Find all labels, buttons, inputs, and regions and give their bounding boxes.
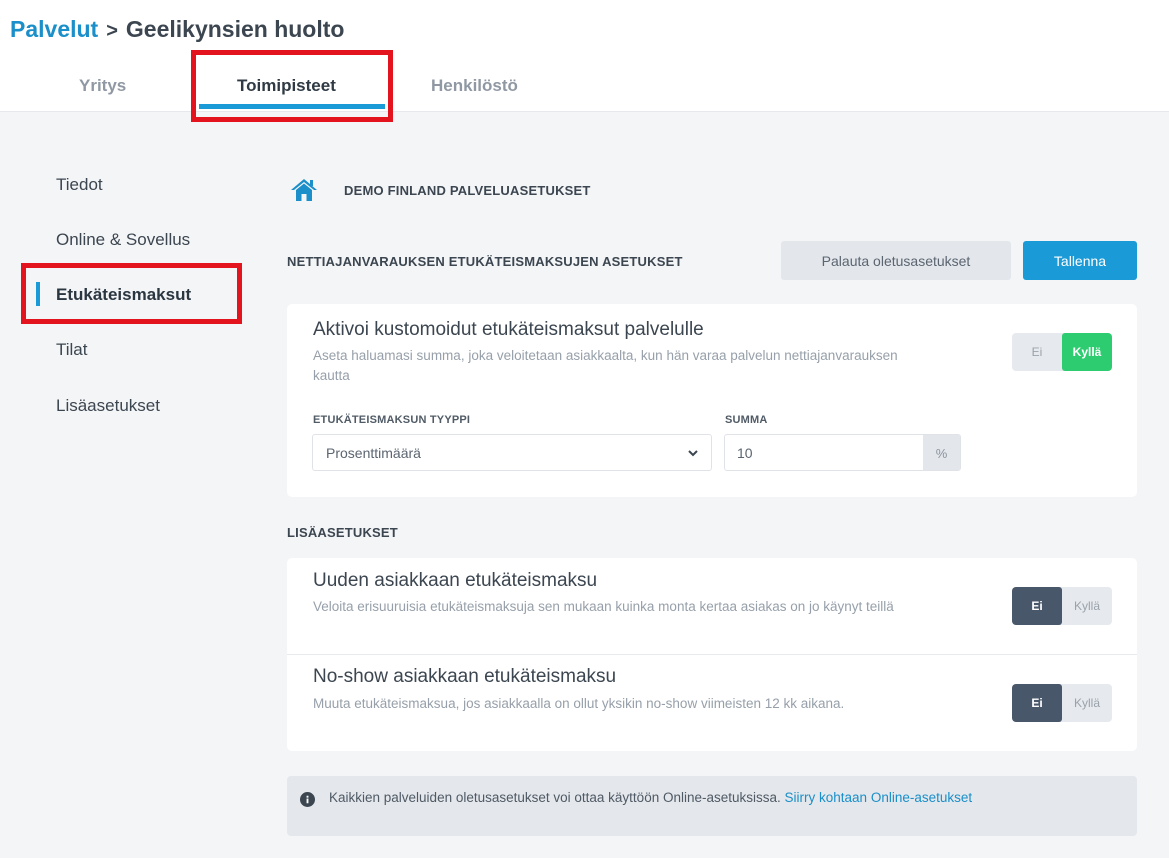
online-settings-link[interactable]: Siirry kohtaan Online-asetukset bbox=[785, 790, 973, 805]
breadcrumb-separator: > bbox=[106, 20, 118, 42]
divider bbox=[287, 654, 1137, 655]
new-customer-description: Veloita erisuuruisia etukäteismaksuja se… bbox=[313, 599, 894, 614]
toggle-option-ei[interactable]: Ei bbox=[1012, 587, 1062, 625]
breadcrumb-current: Geelikynsien huolto bbox=[125, 16, 345, 42]
save-button[interactable]: Tallenna bbox=[1023, 241, 1137, 280]
tab-henkilosto[interactable]: Henkilöstö bbox=[431, 76, 518, 96]
custom-prepayment-title: Aktivoi kustomoidut etukäteismaksut palv… bbox=[313, 319, 704, 340]
extra-settings-card: Uuden asiakkaan etukäteismaksu Veloita e… bbox=[287, 558, 1137, 751]
new-customer-toggle[interactable]: Ei Kyllä bbox=[1012, 587, 1112, 625]
toggle-option-ei[interactable]: Ei bbox=[1012, 684, 1062, 722]
breadcrumb-root-link[interactable]: Palvelut bbox=[10, 16, 98, 42]
custom-prepayment-description: Aseta haluamasi summa, joka veloitetaan … bbox=[313, 348, 898, 383]
location-title: DEMO FINLAND PALVELUASETUKSET bbox=[344, 183, 591, 198]
info-message: Kaikkien palveluiden oletusasetukset voi… bbox=[329, 790, 781, 805]
sum-value: 10 bbox=[737, 445, 753, 461]
active-tab-indicator bbox=[199, 104, 385, 109]
sidebar-item-tiedot[interactable]: Tiedot bbox=[56, 175, 103, 195]
toggle-option-kylla[interactable]: Kyllä bbox=[1062, 587, 1112, 625]
sum-unit: % bbox=[923, 435, 960, 470]
custom-prepayment-toggle[interactable]: Ei Kyllä bbox=[1012, 333, 1112, 371]
toggle-option-ei[interactable]: Ei bbox=[1012, 333, 1062, 371]
sidebar-item-lisaasetukset[interactable]: Lisäasetukset bbox=[56, 396, 160, 416]
info-text: Kaikkien palveluiden oletusasetukset voi… bbox=[329, 790, 1109, 805]
home-icon bbox=[291, 179, 317, 201]
sidebar-item-etukateismaksut[interactable]: Etukäteismaksut bbox=[56, 285, 191, 305]
sidebar-active-indicator bbox=[36, 282, 40, 306]
custom-prepayment-card: Aktivoi kustomoidut etukäteismaksut palv… bbox=[287, 304, 1137, 497]
breadcrumb: Palvelut > Geelikynsien huolto bbox=[10, 16, 344, 43]
new-customer-title: Uuden asiakkaan etukäteismaksu bbox=[313, 570, 598, 591]
prepayment-type-value: Prosenttimäärä bbox=[326, 445, 421, 461]
prepayment-type-label: ETUKÄTEISMAKSUN TYYPPI bbox=[313, 414, 471, 426]
toggle-option-kylla[interactable]: Kyllä bbox=[1062, 684, 1112, 722]
top-header: Palvelut > Geelikynsien huolto Yritys Toim… bbox=[0, 0, 1169, 112]
extra-settings-title: LISÄASETUKSET bbox=[287, 525, 398, 540]
tab-yritys[interactable]: Yritys bbox=[79, 76, 126, 96]
chevron-down-icon bbox=[688, 450, 698, 457]
sidebar-item-tilat[interactable]: Tilat bbox=[56, 340, 88, 360]
section-title: NETTIAJANVARAUKSEN ETUKÄTEISMAKSUJEN ASE… bbox=[287, 254, 683, 269]
info-icon bbox=[300, 792, 315, 807]
tab-toimipisteet[interactable]: Toimipisteet bbox=[237, 76, 336, 96]
no-show-title: No-show asiakkaan etukäteismaksu bbox=[313, 666, 617, 687]
no-show-toggle[interactable]: Ei Kyllä bbox=[1012, 684, 1112, 722]
prepayment-type-select[interactable]: Prosenttimäärä bbox=[312, 434, 712, 471]
info-box: Kaikkien palveluiden oletusasetukset voi… bbox=[287, 776, 1137, 836]
no-show-description: Muuta etukäteismaksua, jos asiakkaalla o… bbox=[313, 696, 845, 711]
sum-label: SUMMA bbox=[725, 414, 768, 426]
toggle-option-kylla[interactable]: Kyllä bbox=[1062, 333, 1112, 371]
sum-input[interactable]: 10 % bbox=[724, 434, 961, 471]
sidebar-item-online-sovellus[interactable]: Online & Sovellus bbox=[56, 230, 190, 250]
reset-defaults-button[interactable]: Palauta oletusasetukset bbox=[781, 241, 1011, 280]
